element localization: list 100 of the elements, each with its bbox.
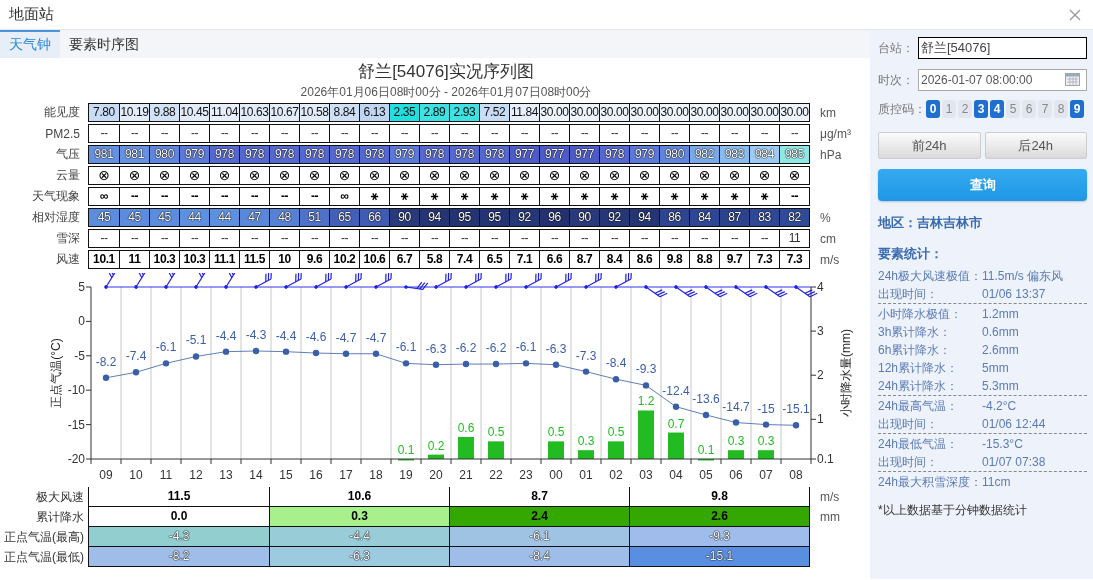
table-cell: -- <box>149 230 179 247</box>
axis-tick-label: 3 <box>817 324 824 339</box>
table-cell: 11.5 <box>239 251 269 268</box>
table-cell: 6.6 <box>539 251 569 268</box>
table-cell: -- <box>779 188 809 205</box>
table-cell: 82 <box>779 209 809 226</box>
table-cell: ⊗ <box>479 167 509 184</box>
stat-value: 01/06 12:44 <box>982 416 1046 433</box>
axis-tick-label: 22 <box>489 468 503 482</box>
table-cell: -- <box>119 230 149 247</box>
window-title: 地面站 <box>9 5 54 24</box>
table-cell: 44 <box>209 209 239 226</box>
table-cell: -15.1 <box>629 547 809 566</box>
table-cell: 978 <box>239 146 269 163</box>
table-cell-text: -- <box>99 230 109 247</box>
table-cell-text: ∞ <box>98 188 110 205</box>
table-cell: 9.88 <box>149 104 179 121</box>
table-cell: 30.00 <box>659 104 689 121</box>
table-cell: 2.93 <box>449 104 479 121</box>
data-label: -6.1 <box>395 340 417 355</box>
table-cell: -- <box>419 230 449 247</box>
table-cell: ⊗ <box>419 167 449 184</box>
table-cell: -- <box>119 188 149 205</box>
table-cell: -- <box>539 230 569 247</box>
table-cell: ⚹ <box>509 188 539 205</box>
table-cell: 90 <box>569 209 599 226</box>
row-label: 雪深 <box>55 230 80 247</box>
bar-label: 0.3 <box>577 434 595 449</box>
table-cell: ⊗ <box>209 167 239 184</box>
row-label: 正点气温(最高) <box>3 528 84 546</box>
table-cell: 30.00 <box>779 104 809 121</box>
table-cell: ⚹ <box>689 188 719 205</box>
table-cell: 7.52 <box>479 104 509 121</box>
axis-tick-label: -10 <box>67 383 85 398</box>
table-cell: 94 <box>629 209 659 226</box>
table-cell: ⊗ <box>569 167 599 184</box>
table-cell: 92 <box>599 209 629 226</box>
table-cell: -- <box>299 230 329 247</box>
table-cell: 8.4 <box>599 251 629 268</box>
table-cell: 11 <box>119 251 149 268</box>
axis-tick-label: 12 <box>189 468 203 482</box>
axis-tick-label: 02 <box>609 468 623 482</box>
table-cell: 978 <box>329 146 359 163</box>
table-cell: 2.89 <box>419 104 449 121</box>
table-cell: 92 <box>509 209 539 226</box>
table-cell: ⚹ <box>359 188 389 205</box>
stats-title: 要素统计： <box>878 245 944 263</box>
table-cell: -- <box>179 230 209 247</box>
data-label: -15.1 <box>782 402 810 417</box>
table-cell: 7.80 <box>89 104 119 121</box>
table-cell: 10.3 <box>149 251 179 268</box>
unit-label: μg/m³ <box>820 126 851 141</box>
axis-tick-label: -20 <box>67 452 85 466</box>
data-label: -14.7 <box>722 399 750 414</box>
stat-label: 出现时间： <box>878 454 939 471</box>
table-cell: -- <box>479 125 509 142</box>
table-cell: -6.3 <box>269 547 449 566</box>
table-cell: ⚹ <box>719 188 749 205</box>
table-cell: 30.00 <box>689 104 719 121</box>
table-cell: ⊗ <box>269 167 299 184</box>
axis-title: 小时降水量(mm) <box>839 329 853 417</box>
table-cell: -- <box>719 230 749 247</box>
footnote: *以上数据基于分钟数据统计 <box>878 502 1028 519</box>
stat-value: 5.3mm <box>982 378 1019 395</box>
table-cell: 982 <box>689 146 719 163</box>
data-label: -5.1 <box>185 333 207 348</box>
axis-tick-label: 2 <box>817 368 824 383</box>
stat-label: 24h最大积雪深度： <box>878 474 983 491</box>
bar-label: 0.3 <box>727 434 745 449</box>
table-cell: -- <box>389 125 419 142</box>
table-cell: -- <box>569 125 599 142</box>
table-cell: 10.19 <box>119 104 149 121</box>
data-label: -6.3 <box>425 341 447 356</box>
table-cell: 6.5 <box>479 251 509 268</box>
table-cell: ⊗ <box>599 167 629 184</box>
table-cell: 66 <box>359 209 389 226</box>
table-cell: 30.00 <box>539 104 569 121</box>
table-cell: ⊗ <box>389 167 419 184</box>
stat-label: 24h最低气温： <box>878 436 960 453</box>
data-label: -6.2 <box>485 341 507 356</box>
table-cell: 30.00 <box>599 104 629 121</box>
row-label: 风速 <box>55 251 80 268</box>
table-cell: 47 <box>239 209 269 226</box>
table-cell: -- <box>749 230 779 247</box>
table-cell: -- <box>689 230 719 247</box>
table-cell: 977 <box>509 146 539 163</box>
table-cell: ∞ <box>329 188 359 205</box>
table-cell: -- <box>239 188 269 205</box>
bar-label: 0.2 <box>427 438 445 453</box>
table-cell: 9.8 <box>629 487 809 506</box>
axis-tick-label: 04 <box>669 468 683 482</box>
table-cell: 7.1 <box>509 251 539 268</box>
table-cell: -- <box>779 125 809 142</box>
table-cell: 87 <box>719 209 749 226</box>
axis-tick-label: 1 <box>817 412 824 427</box>
table-cell: -4.4 <box>269 527 449 546</box>
axis-tick-label: 21 <box>459 468 473 482</box>
stat-label: 出现时间： <box>878 416 939 433</box>
unit-label: km <box>820 105 836 120</box>
table-cell: 84 <box>689 209 719 226</box>
